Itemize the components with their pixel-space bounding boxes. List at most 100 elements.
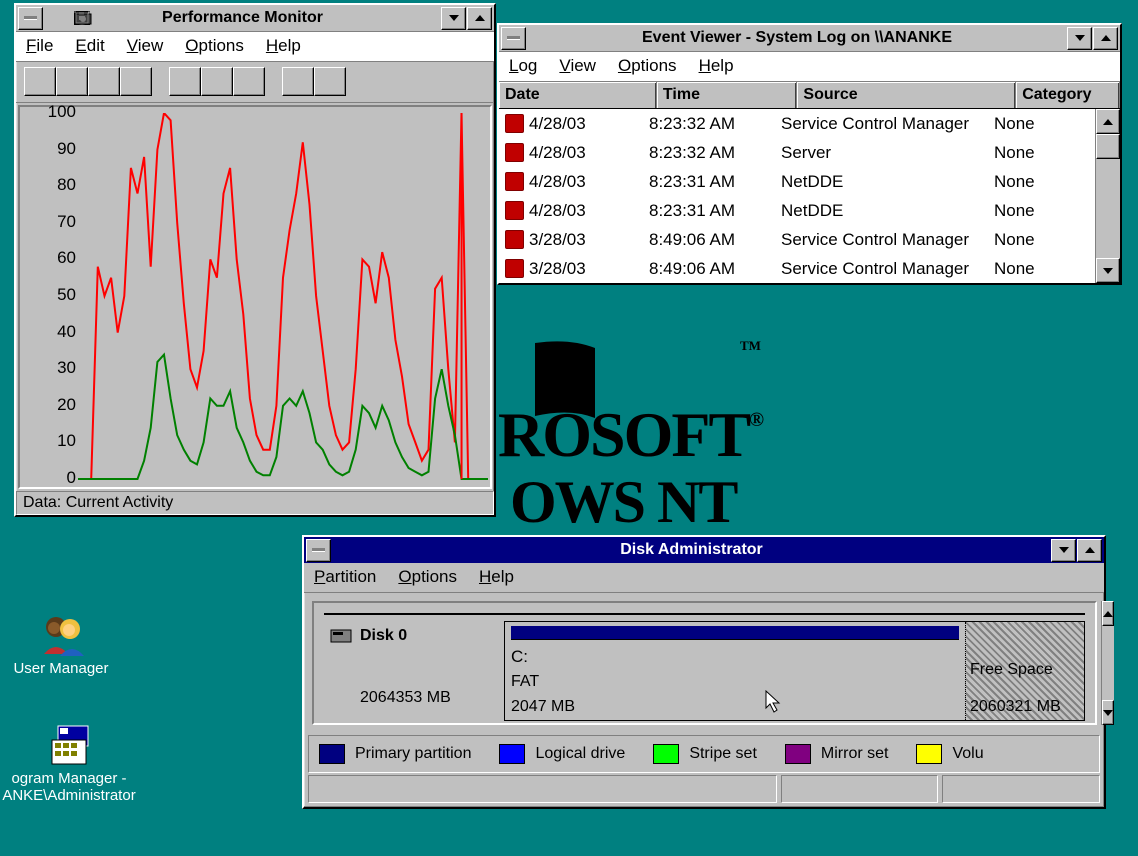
menubar: File Edit View Options Help bbox=[16, 32, 494, 62]
status-cell bbox=[781, 775, 939, 803]
maximize-button[interactable] bbox=[1077, 539, 1102, 562]
y-tick-label: 70 bbox=[57, 212, 76, 232]
scroll-up-button[interactable] bbox=[1096, 109, 1120, 134]
vertical-scrollbar[interactable] bbox=[1101, 601, 1114, 725]
titlebar[interactable]: Disk Administrator bbox=[304, 537, 1104, 563]
add-counter-button[interactable] bbox=[169, 67, 201, 96]
legend-label: Volu bbox=[952, 745, 983, 763]
menu-help[interactable]: Help bbox=[699, 56, 734, 76]
column-headers: DateTimeSourceCategory bbox=[499, 82, 1120, 109]
vertical-scrollbar[interactable] bbox=[1095, 109, 1120, 283]
stop-error-icon bbox=[505, 259, 524, 278]
scroll-track[interactable] bbox=[1096, 159, 1120, 258]
options-button[interactable] bbox=[314, 67, 346, 96]
scroll-track[interactable] bbox=[1102, 626, 1114, 700]
stop-error-icon bbox=[505, 201, 524, 220]
performance-monitor-window: Performance Monitor File Edit View Optio… bbox=[14, 3, 496, 517]
legend-label: Logical drive bbox=[535, 745, 625, 763]
delete-counter-button[interactable] bbox=[233, 67, 265, 96]
event-row[interactable]: 4/28/038:23:31 AMNetDDENone bbox=[499, 167, 1095, 196]
event-list[interactable]: 4/28/038:23:32 AMService Control Manager… bbox=[499, 109, 1095, 283]
system-menu-button[interactable] bbox=[306, 539, 331, 562]
minimize-button[interactable] bbox=[441, 7, 466, 30]
window-title: Performance Monitor bbox=[45, 9, 440, 27]
toolbar bbox=[16, 62, 494, 103]
stop-error-icon bbox=[505, 172, 524, 191]
column-header[interactable]: Time bbox=[657, 82, 798, 108]
column-header[interactable]: Category bbox=[1016, 82, 1120, 108]
minimize-button[interactable] bbox=[1067, 27, 1092, 50]
y-tick-label: 10 bbox=[57, 431, 76, 451]
event-row[interactable]: 4/28/038:23:32 AMServerNone bbox=[499, 138, 1095, 167]
snapshot-button[interactable] bbox=[282, 67, 314, 96]
y-tick-label: 0 bbox=[67, 468, 76, 488]
menu-help[interactable]: Help bbox=[479, 567, 514, 587]
partition-strip[interactable]: C:FAT2047 MBFree Space2060321 MB bbox=[504, 621, 1085, 721]
minimize-button[interactable] bbox=[1051, 539, 1076, 562]
scroll-down-button[interactable] bbox=[1102, 700, 1114, 725]
window-title: Event Viewer - System Log on \\ANANKE bbox=[528, 29, 1066, 47]
column-header[interactable]: Date bbox=[499, 82, 657, 108]
y-tick-label: 60 bbox=[57, 248, 76, 268]
edit-counter-button[interactable] bbox=[201, 67, 233, 96]
menu-options[interactable]: Options bbox=[185, 36, 244, 56]
partition-region[interactable]: C:FAT2047 MB bbox=[505, 622, 965, 720]
chart-series bbox=[78, 113, 488, 479]
users-icon bbox=[40, 614, 82, 656]
desktop-icon-label: User Manager bbox=[0, 660, 136, 677]
log-view-button[interactable] bbox=[88, 67, 120, 96]
system-menu-button[interactable] bbox=[501, 27, 526, 50]
disk-icon bbox=[330, 629, 352, 643]
menu-help[interactable]: Help bbox=[266, 36, 301, 56]
menu-partition[interactable]: Partition bbox=[314, 567, 376, 587]
scroll-thumb[interactable] bbox=[1096, 134, 1120, 159]
event-row[interactable]: 4/28/038:23:32 AMService Control Manager… bbox=[499, 109, 1095, 138]
scroll-down-button[interactable] bbox=[1096, 258, 1120, 283]
scroll-up-button[interactable] bbox=[1102, 601, 1114, 626]
titlebar[interactable]: Event Viewer - System Log on \\ANANKE bbox=[499, 25, 1120, 52]
menu-file[interactable]: File bbox=[26, 36, 53, 56]
chart-view-button[interactable] bbox=[24, 67, 56, 96]
desktop-icon-user-manager[interactable]: User Manager bbox=[0, 614, 136, 677]
y-tick-label: 80 bbox=[57, 175, 76, 195]
y-tick-label: 20 bbox=[57, 395, 76, 415]
desktop-icon-program-manager[interactable]: ogram Manager - ANKE\Administrator bbox=[0, 724, 164, 804]
legend: Primary partitionLogical driveStripe set… bbox=[308, 735, 1100, 773]
event-row[interactable]: 4/28/038:23:31 AMNetDDENone bbox=[499, 196, 1095, 225]
menubar: Log View Options Help bbox=[499, 52, 1120, 82]
maximize-button[interactable] bbox=[1093, 27, 1118, 50]
legend-swatch bbox=[785, 744, 811, 764]
maximize-button[interactable] bbox=[467, 7, 492, 30]
legend-label: Primary partition bbox=[355, 745, 471, 763]
status-cell bbox=[942, 775, 1100, 803]
legend-label: Mirror set bbox=[821, 745, 889, 763]
column-header[interactable]: Source bbox=[797, 82, 1016, 108]
chart-series bbox=[78, 355, 488, 479]
event-viewer-window: Event Viewer - System Log on \\ANANKE Lo… bbox=[497, 23, 1122, 285]
disk-label: Disk 0 bbox=[360, 627, 407, 645]
desktop-icon-label: ogram Manager - ANKE\Administrator bbox=[0, 770, 164, 804]
system-menu-button[interactable] bbox=[18, 7, 43, 30]
disk-administrator-window: Disk Administrator Partition Options Hel… bbox=[302, 535, 1106, 809]
free-space-region[interactable]: Free Space2060321 MB bbox=[965, 622, 1084, 720]
menu-options[interactable]: Options bbox=[398, 567, 457, 587]
report-view-button[interactable] bbox=[120, 67, 152, 96]
menu-edit[interactable]: Edit bbox=[75, 36, 104, 56]
alert-view-button[interactable] bbox=[56, 67, 88, 96]
event-row[interactable]: 3/28/038:49:06 AMService Control Manager… bbox=[499, 254, 1095, 283]
status-cell bbox=[308, 775, 777, 803]
legend-swatch bbox=[499, 744, 525, 764]
disk-panel: Disk 0 2064353 MB C:FAT2047 MBFree Space… bbox=[312, 601, 1097, 725]
legend-swatch bbox=[916, 744, 942, 764]
menu-view[interactable]: View bbox=[559, 56, 596, 76]
menu-view[interactable]: View bbox=[127, 36, 164, 56]
status-bar: Data: Current Activity bbox=[16, 491, 494, 515]
y-tick-label: 30 bbox=[57, 358, 76, 378]
window-title: Disk Administrator bbox=[333, 541, 1050, 559]
y-tick-label: 40 bbox=[57, 322, 76, 342]
menu-options[interactable]: Options bbox=[618, 56, 677, 76]
event-row[interactable]: 3/28/038:49:06 AMService Control Manager… bbox=[499, 225, 1095, 254]
chart-area: 1009080706050403020100 bbox=[18, 105, 492, 489]
menu-log[interactable]: Log bbox=[509, 56, 537, 76]
disk-row: Disk 0 2064353 MB C:FAT2047 MBFree Space… bbox=[324, 613, 1085, 721]
